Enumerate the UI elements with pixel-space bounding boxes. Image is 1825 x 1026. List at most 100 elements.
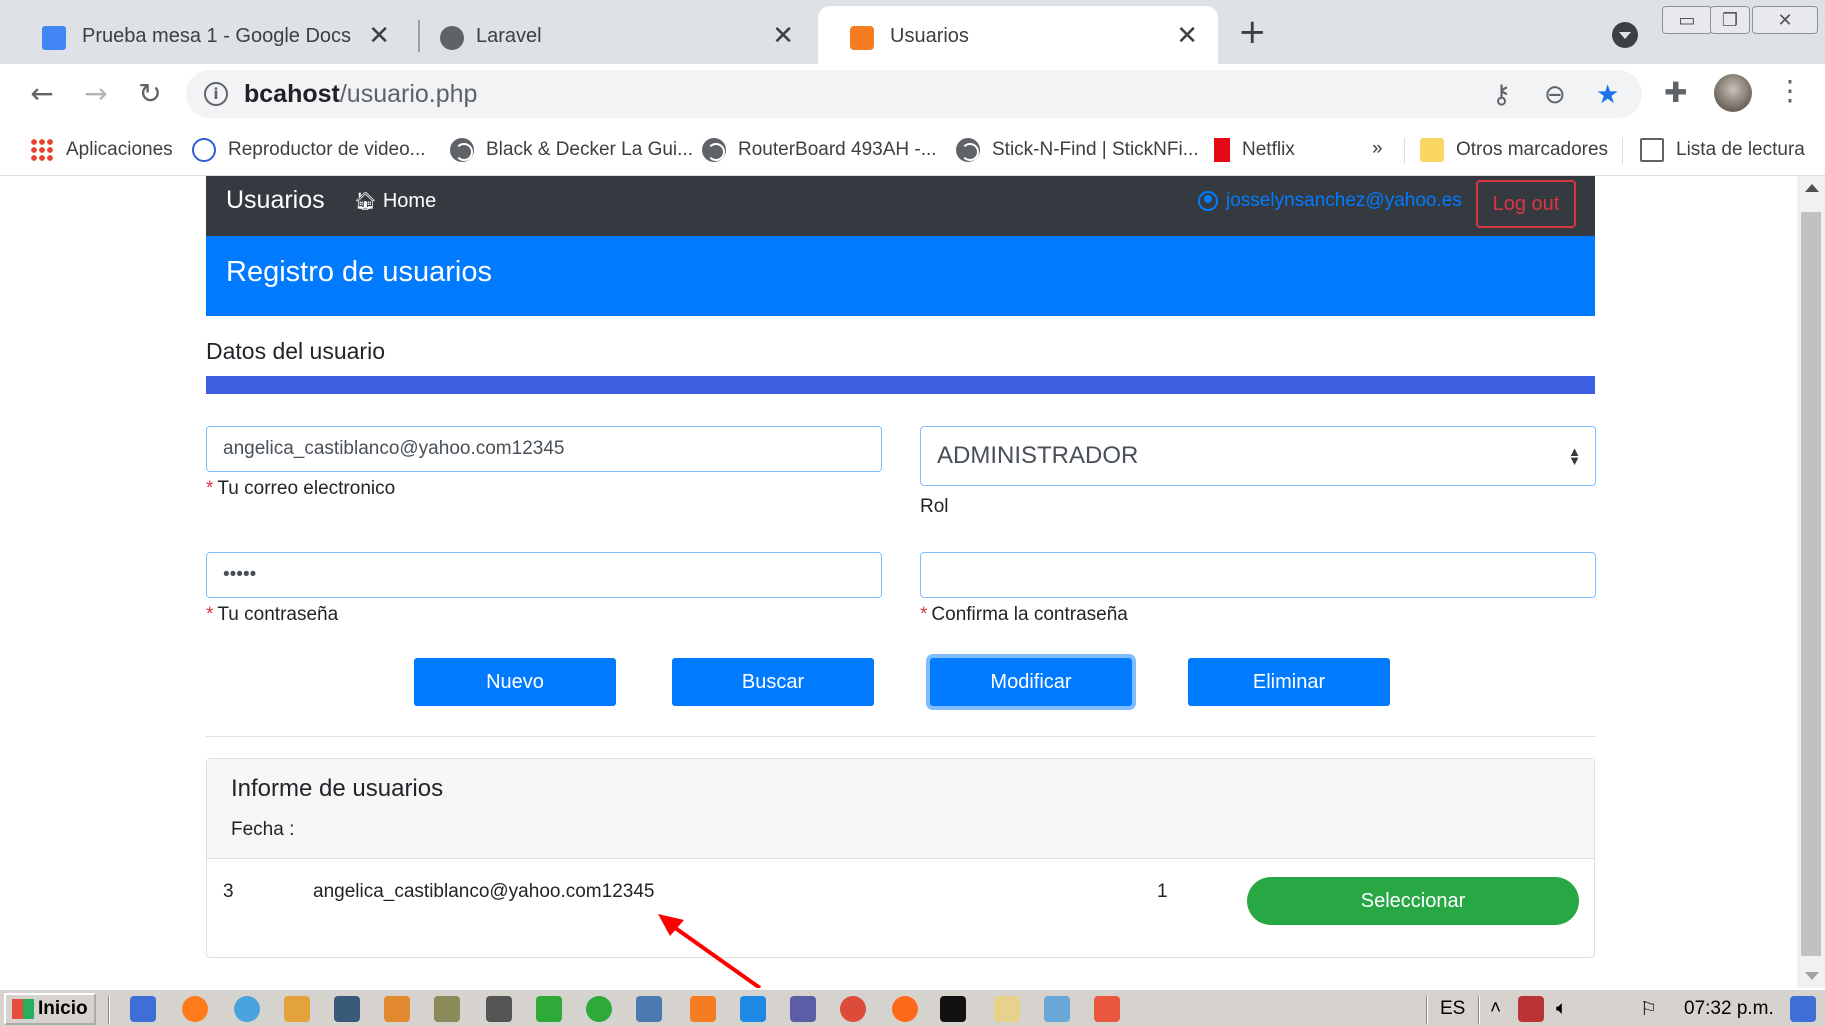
flag-icon[interactable]: ⚐ (1640, 998, 1657, 1021)
show-desktop-icon[interactable] (1790, 996, 1816, 1022)
bookmark-netflix[interactable]: Netflix (1214, 138, 1295, 162)
os-taskbar: Inicio ES ˄ 🔈︎ ⚐ 07:32 p.m. (0, 988, 1825, 1026)
globe-icon (440, 26, 464, 50)
bookmarks-overflow-icon[interactable]: » (1372, 138, 1383, 160)
globe-icon (450, 138, 474, 162)
browser-toolbar: ← → ↻ i bcahost/usuario.php ⚷ ⊖ ★ ✚ ⋮ (0, 64, 1825, 126)
restore-icon[interactable]: ❐ (1710, 6, 1750, 34)
bookmark-label: Netflix (1242, 139, 1295, 160)
tab-search-icon[interactable] (1612, 22, 1638, 48)
bookmark-separator (1622, 138, 1623, 164)
tab-separator (418, 20, 420, 52)
reading-list-icon (1640, 138, 1664, 162)
volume-icon[interactable]: 🔈︎ (1556, 998, 1567, 1020)
bookmark-lista-lectura[interactable]: Lista de lectura (1640, 138, 1805, 162)
xampp-icon (850, 26, 874, 50)
bookmark-star-icon[interactable]: ★ (1596, 80, 1619, 110)
key-icon[interactable]: ⚷ (1492, 80, 1511, 110)
tab-title: Prueba mesa 1 - Google Docs (82, 25, 352, 47)
close-icon[interactable]: ✕ (1176, 20, 1198, 50)
app-icon[interactable] (892, 996, 918, 1022)
back-icon[interactable]: ← (24, 76, 60, 112)
bookmark-label: Reproductor de video... (228, 139, 426, 160)
bookmark-routerboard[interactable]: RouterBoard 493AH -... (702, 138, 937, 162)
firefox-icon[interactable] (182, 996, 208, 1022)
scroll-down-icon[interactable] (1805, 972, 1819, 980)
app-icon[interactable] (334, 996, 360, 1022)
bookmark-label: Stick-N-Find | StickNFi... (992, 139, 1199, 160)
bookmark-label: Black & Decker La Gui... (486, 139, 693, 160)
bookmark-label: Aplicaciones (66, 139, 173, 160)
close-icon[interactable]: ✕ (368, 20, 390, 50)
bookmark-label: Lista de lectura (1676, 139, 1805, 160)
tab-laravel[interactable]: Laravel ✕ (424, 6, 814, 64)
bookmark-otros[interactable]: Otros marcadores (1420, 138, 1608, 162)
language-indicator[interactable]: ES (1440, 998, 1465, 1020)
tab-usuarios[interactable]: Usuarios ✕ (818, 6, 1218, 64)
start-label: Inicio (38, 998, 88, 1019)
zoom-icon[interactable]: ⊖ (1544, 80, 1566, 110)
taskbar-separator (1478, 996, 1480, 1024)
bookmark-black-decker[interactable]: Black & Decker La Gui... (450, 138, 693, 162)
minimize-icon[interactable]: ▭ (1662, 6, 1712, 34)
chrome-icon[interactable] (840, 996, 866, 1022)
player-icon (192, 138, 216, 162)
profile-avatar[interactable] (1714, 74, 1752, 112)
bookmarks-bar: Aplicaciones Reproductor de video... Bla… (0, 126, 1825, 176)
tab-title: Laravel (476, 25, 542, 47)
new-tab-button[interactable]: + (1238, 14, 1267, 50)
menu-icon[interactable]: ⋮ (1776, 74, 1804, 107)
app-icon[interactable] (536, 996, 562, 1022)
close-window-icon[interactable]: ✕ (1752, 6, 1818, 34)
scroll-up-icon[interactable] (1805, 184, 1819, 192)
reload-icon[interactable]: ↻ (132, 76, 168, 112)
network-icon[interactable] (1518, 996, 1544, 1022)
page-scrollbar[interactable] (1797, 176, 1825, 988)
start-button[interactable]: Inicio (4, 993, 96, 1025)
app-icon[interactable] (434, 996, 460, 1022)
taskbar-separator (108, 996, 110, 1024)
tab-title: Usuarios (890, 25, 969, 47)
app-icon[interactable] (1094, 996, 1120, 1022)
apps-grid-icon (30, 138, 54, 162)
browser-tab-bar: Prueba mesa 1 - Google Docs ✕ Laravel ✕ … (0, 0, 1825, 64)
annotation-arrow-icon (658, 914, 762, 988)
close-icon[interactable]: ✕ (772, 20, 794, 50)
folder-icon[interactable] (994, 996, 1020, 1022)
vscode-icon[interactable] (740, 996, 766, 1022)
bookmark-sticknfind[interactable]: Stick-N-Find | StickNFi... (956, 138, 1199, 162)
app-icon[interactable] (130, 996, 156, 1022)
address-bar[interactable]: i bcahost/usuario.php ⚷ ⊖ ★ (186, 70, 1642, 118)
page-content: Usuarios 🏠︎ Home josselynsanchez@yahoo.e… (0, 176, 1797, 988)
media-icon[interactable] (284, 996, 310, 1022)
terminal-icon[interactable] (940, 996, 966, 1022)
tab-google-docs[interactable]: Prueba mesa 1 - Google Docs ✕ (10, 6, 410, 64)
taskbar-separator (1426, 996, 1428, 1024)
app-icon[interactable] (586, 996, 612, 1022)
ie-icon[interactable] (234, 996, 260, 1022)
windows-logo-icon (12, 999, 34, 1019)
bookmark-separator (1404, 138, 1405, 164)
url-host: bcahost (244, 80, 340, 108)
extensions-icon[interactable]: ✚ (1664, 76, 1687, 109)
globe-icon (702, 138, 726, 162)
app-icon[interactable] (790, 996, 816, 1022)
bookmark-label: Otros marcadores (1456, 139, 1609, 160)
forward-icon[interactable]: → (78, 76, 114, 112)
info-icon[interactable]: i (204, 82, 228, 106)
app-icon[interactable] (636, 996, 662, 1022)
globe-icon (956, 138, 980, 162)
tray-expand-icon[interactable]: ˄ (1490, 998, 1501, 1020)
xampp-icon[interactable] (690, 996, 716, 1022)
clock[interactable]: 07:32 p.m. (1684, 998, 1774, 1020)
bookmark-aplicaciones[interactable]: Aplicaciones (30, 138, 173, 162)
scroll-thumb[interactable] (1801, 212, 1821, 956)
google-docs-icon (42, 26, 66, 50)
bookmark-label: RouterBoard 493AH -... (738, 139, 937, 160)
bookmark-reproductor[interactable]: Reproductor de video... (192, 138, 426, 162)
url-path: /usuario.php (339, 80, 478, 108)
database-icon[interactable] (486, 996, 512, 1022)
app-icon[interactable] (384, 996, 410, 1022)
app-icon[interactable] (1044, 996, 1070, 1022)
url-text[interactable]: bcahost/usuario.php (244, 80, 477, 109)
